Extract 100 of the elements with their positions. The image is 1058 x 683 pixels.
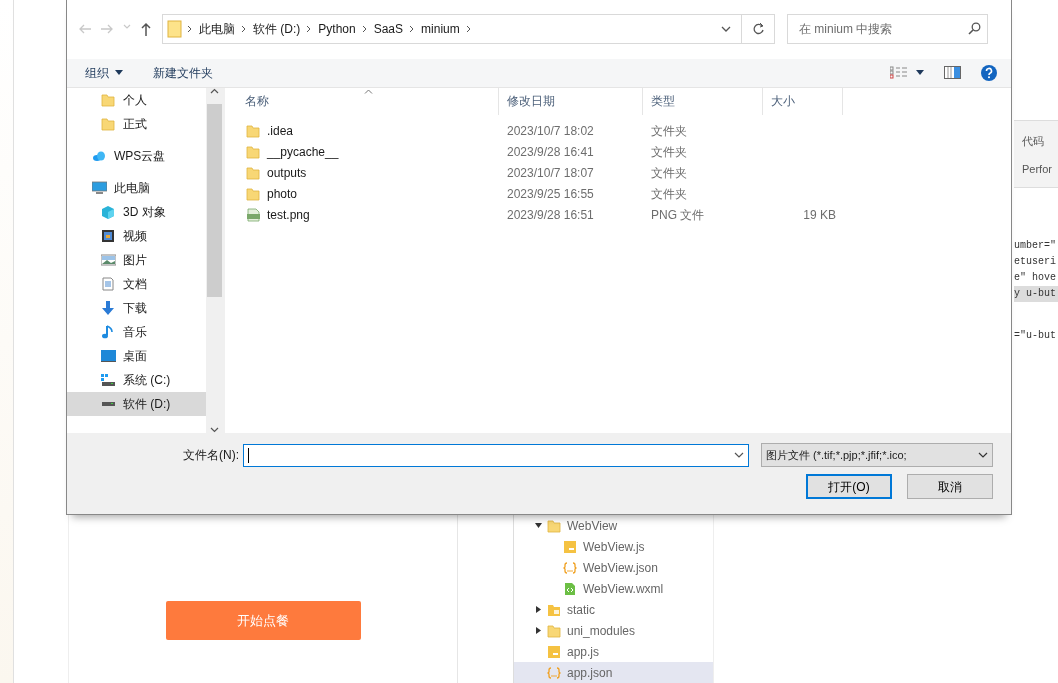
tree-item[interactable]: WebView.json <box>514 557 713 578</box>
folder-icon <box>167 19 183 38</box>
folder-icon <box>246 166 261 181</box>
folder-icon <box>246 124 261 139</box>
nav-item[interactable]: 系统 (C:) <box>67 367 207 392</box>
file-date: 2023/9/28 16:41 <box>506 144 595 162</box>
file-type: 文件夹 <box>650 165 688 183</box>
breadcrumb[interactable]: Python <box>316 19 358 38</box>
address-bar[interactable]: 此电脑 软件 (D:) Python SaaS minium <box>162 13 742 44</box>
scroll-thumb[interactable] <box>207 103 223 297</box>
caret-icon <box>115 70 123 76</box>
folder-icon <box>547 623 562 638</box>
side-tab[interactable]: 代码 <box>1022 127 1058 155</box>
tree-item[interactable]: WebView.wxml <box>514 578 713 599</box>
chevron-right-icon[interactable] <box>241 24 247 33</box>
code-file-icon <box>563 581 578 596</box>
nav-item[interactable]: 下载 <box>67 295 207 320</box>
chevron-right-icon[interactable] <box>409 24 416 33</box>
chevron-down-icon[interactable] <box>734 452 744 459</box>
folder-icon <box>547 518 562 533</box>
scrollbar[interactable] <box>206 87 223 434</box>
folder-icon <box>101 92 116 107</box>
up-arrow-icon[interactable] <box>139 21 153 36</box>
music-note-icon <box>101 324 116 339</box>
image-icon <box>101 252 116 267</box>
file-name-label: 文件名(N): <box>183 447 239 465</box>
nav-item[interactable]: 正式 <box>67 111 207 136</box>
folder-icon <box>246 145 261 160</box>
column-header[interactable]: 类型 <box>643 87 763 115</box>
desktop-icon <box>101 348 116 363</box>
file-type-dropdown[interactable]: 图片文件 (*.tif;*.pjp;*.jfif;*.ico; <box>761 443 993 468</box>
file-name[interactable]: test.png <box>267 206 310 225</box>
side-tab[interactable]: Perfor <box>1022 155 1058 183</box>
search-icon[interactable] <box>968 22 981 36</box>
file-type: 文件夹 <box>650 123 688 141</box>
file-name[interactable]: __pycache__ <box>267 143 339 162</box>
breadcrumb[interactable]: 软件 (D:) <box>251 19 303 38</box>
file-name-field[interactable] <box>243 443 749 467</box>
nav-item[interactable]: 软件 (D:) <box>67 391 207 416</box>
chevron-down-icon <box>978 452 988 459</box>
document-icon <box>101 276 116 291</box>
text-cursor <box>248 447 249 463</box>
nav-item[interactable]: 个人 <box>67 87 207 112</box>
file-type: 文件夹 <box>650 186 688 204</box>
tree-item[interactable]: app.json <box>514 662 713 683</box>
nav-item[interactable]: 文档 <box>67 271 207 296</box>
file-date: 2023/10/7 18:02 <box>506 123 595 141</box>
breadcrumb[interactable]: SaaS <box>371 19 406 38</box>
code-line: e" hove <box>1014 271 1057 285</box>
breadcrumb[interactable]: minium <box>419 19 462 38</box>
json-file-icon <box>563 560 578 575</box>
folder-icon <box>246 187 261 202</box>
column-header[interactable]: 大小 <box>763 87 843 115</box>
computer-icon <box>92 180 107 195</box>
scroll-down-icon[interactable] <box>210 427 220 434</box>
code-line: etuseri <box>1014 255 1057 269</box>
file-date: 2023/9/28 16:51 <box>506 207 595 225</box>
file-date: 2023/10/7 18:07 <box>506 165 595 183</box>
column-header[interactable]: 修改日期 <box>499 87 643 115</box>
folder-icon <box>101 116 116 131</box>
image-file-icon <box>246 208 261 223</box>
help-icon[interactable] <box>981 64 997 81</box>
collapse-caret-icon[interactable] <box>534 522 542 529</box>
tree-item[interactable]: WebView <box>514 515 713 536</box>
dialog-button[interactable]: 打开(O) <box>806 474 892 500</box>
chevron-right-icon[interactable] <box>361 24 368 33</box>
scroll-up-icon[interactable] <box>210 87 220 94</box>
film-icon <box>101 228 116 243</box>
search-box[interactable]: 在 minium 中搜索 <box>787 13 988 44</box>
drive-icon <box>101 373 116 386</box>
chevron-right-icon[interactable] <box>306 24 313 33</box>
file-type: 文件夹 <box>650 144 688 162</box>
tree-item[interactable]: app.js <box>514 641 713 662</box>
file-name[interactable]: outputs <box>267 164 307 183</box>
chevron-right-icon[interactable] <box>465 24 472 33</box>
js-file-icon <box>563 539 578 554</box>
nav-item[interactable]: 此电脑 <box>67 175 207 200</box>
refresh-button[interactable] <box>742 13 775 44</box>
chevron-right-icon[interactable] <box>187 24 193 33</box>
file-name[interactable]: photo <box>267 185 298 204</box>
organize-menu[interactable]: 组织 <box>85 63 123 82</box>
nav-item[interactable]: 桌面 <box>67 343 207 368</box>
file-name[interactable]: .idea <box>267 122 294 141</box>
new-folder-button[interactable]: 新建文件夹 <box>153 63 213 82</box>
tree-item[interactable]: static <box>514 599 713 620</box>
nav-item[interactable]: 音乐 <box>67 319 207 344</box>
drive-icon <box>101 401 116 406</box>
expand-caret-icon[interactable] <box>534 606 542 613</box>
chevron-down-icon[interactable] <box>721 25 731 32</box>
preview-pane-icon[interactable] <box>944 66 961 80</box>
breadcrumb[interactable]: 此电脑 <box>197 19 237 38</box>
view-options-icon[interactable] <box>890 66 908 80</box>
column-header[interactable]: 名称 <box>237 87 499 115</box>
tree-item[interactable]: uni_modules <box>514 620 713 641</box>
caret-icon[interactable] <box>916 70 924 76</box>
expand-caret-icon[interactable] <box>534 627 542 634</box>
code-line: umber=" <box>1014 239 1057 253</box>
dialog-button[interactable]: 取消 <box>907 474 993 500</box>
refresh-icon <box>752 22 764 36</box>
tree-item[interactable]: WebView.js <box>514 536 713 557</box>
